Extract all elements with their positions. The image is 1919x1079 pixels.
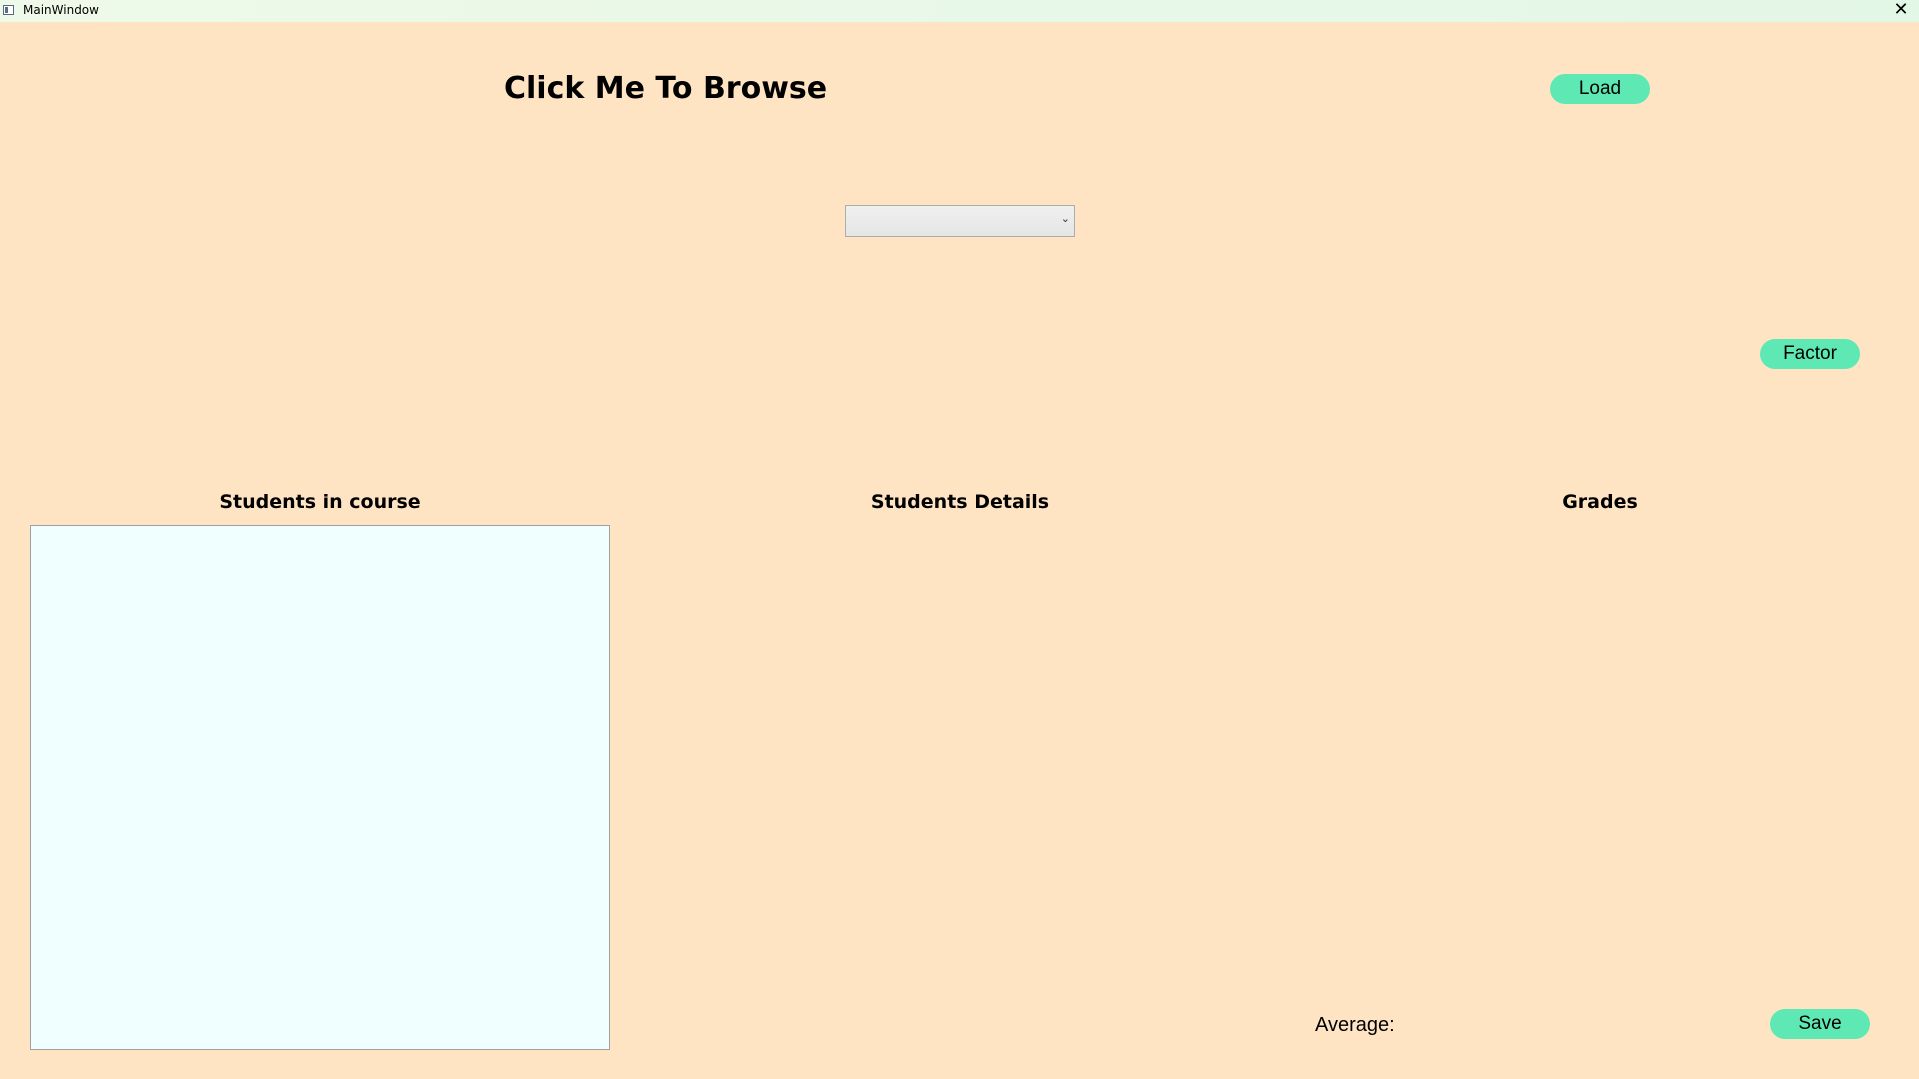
students-in-course-header: Students in course [219,491,421,513]
app-icon [3,5,14,15]
average-label: Average: [1315,1014,1395,1036]
students-details-header: Students Details [870,491,1050,513]
main-window: MainWindow ✕ Click Me To Browse Load ⌄ F… [0,0,1919,1079]
factor-button[interactable]: Factor [1760,339,1860,369]
title-bar: MainWindow ✕ [0,0,1919,22]
browse-label[interactable]: Click Me To Browse [504,71,827,106]
close-button[interactable]: ✕ [1891,0,1911,20]
course-combobox[interactable]: ⌄ [845,205,1075,237]
students-listbox[interactable] [30,525,610,1050]
window-title: MainWindow [23,3,99,17]
grades-header: Grades [1562,491,1638,513]
save-button[interactable]: Save [1770,1009,1870,1039]
load-button[interactable]: Load [1550,74,1650,104]
chevron-down-icon[interactable]: ⌄ [1061,212,1070,225]
